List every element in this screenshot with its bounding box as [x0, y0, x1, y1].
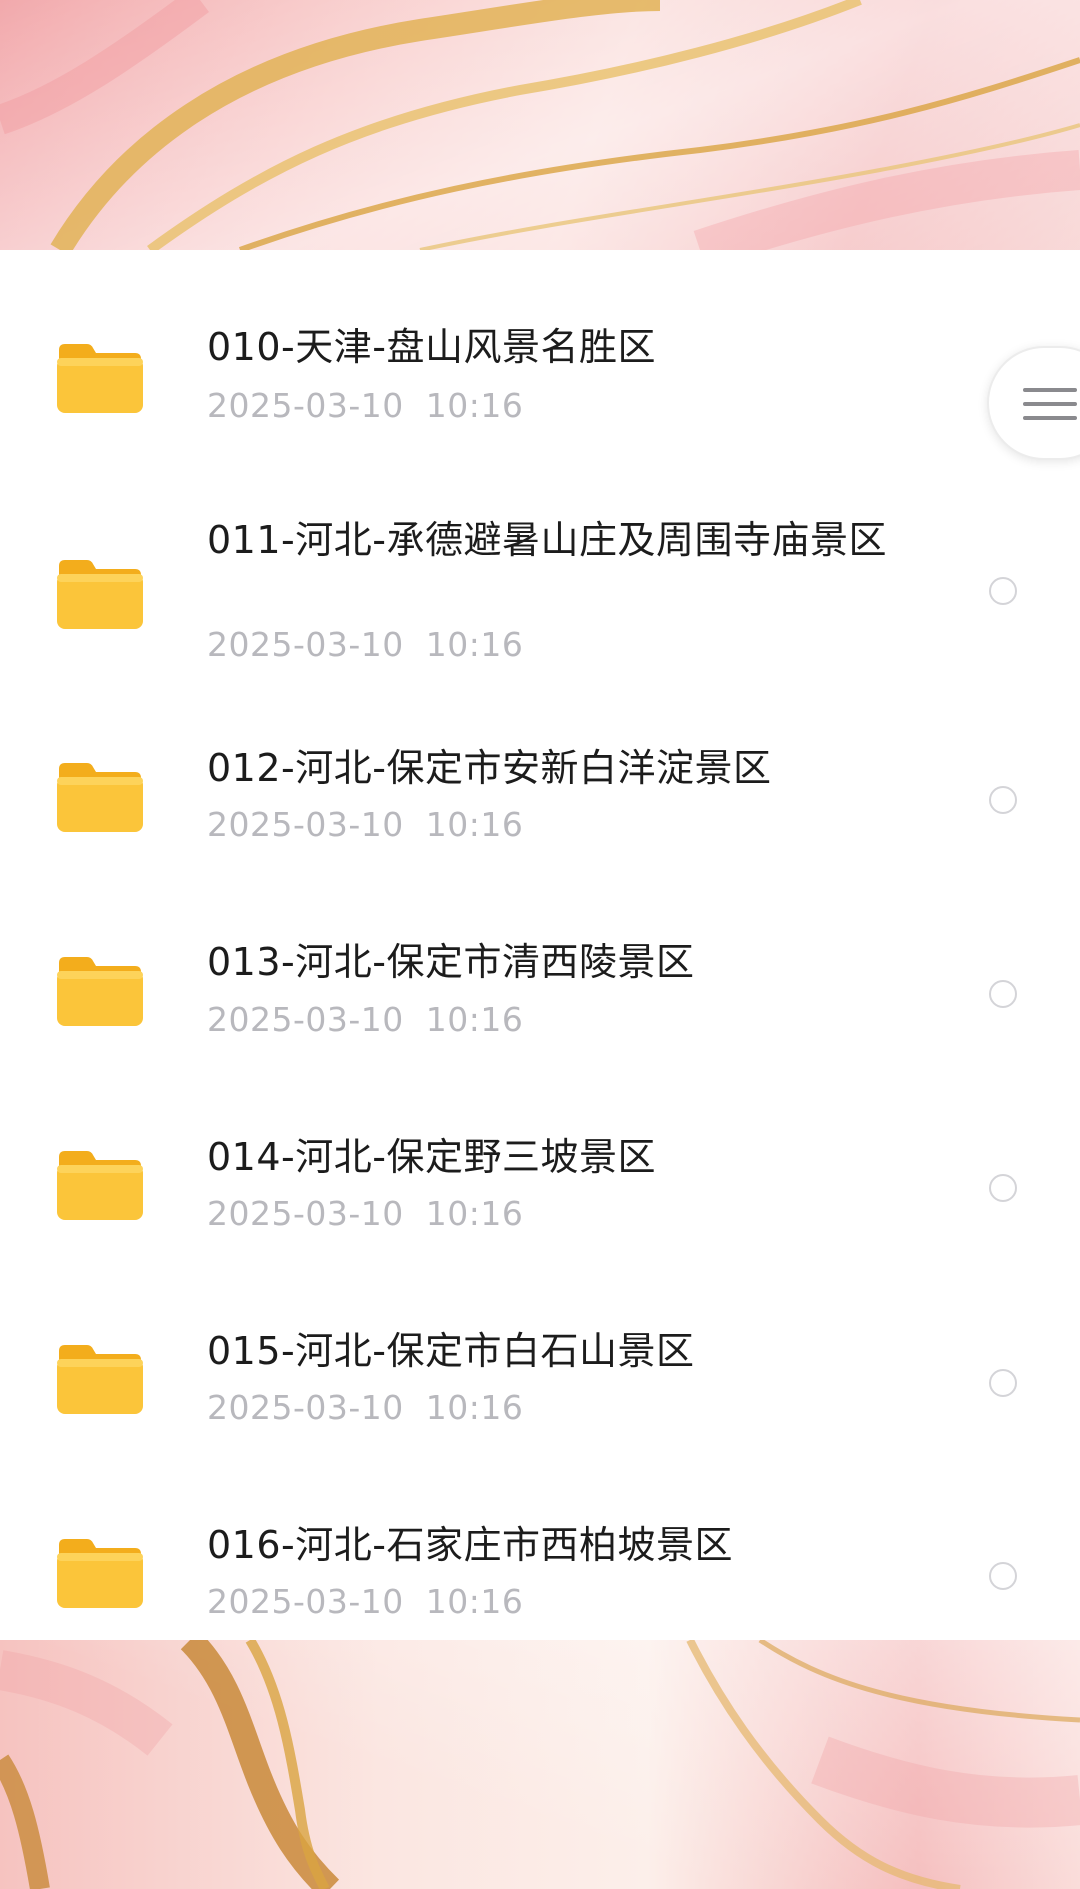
folder-icon — [55, 1147, 143, 1221]
list-item[interactable]: 010-天津-盘山风景名胜区 2025-03-10 10:16 — [0, 250, 1080, 490]
folder-date: 2025-03-10 10:16 — [207, 1582, 524, 1621]
folder-title: 014-河北-保定野三坡景区 — [207, 1135, 656, 1179]
select-radio[interactable] — [989, 980, 1017, 1008]
select-radio[interactable] — [989, 1174, 1017, 1202]
folder-icon — [55, 759, 143, 833]
folder-title: 011-河北-承德避暑山庄及周围寺庙景区 — [207, 518, 887, 562]
select-radio[interactable] — [989, 577, 1017, 605]
select-radio[interactable] — [989, 1369, 1017, 1397]
menu-icon — [1023, 388, 1077, 430]
folder-date: 2025-03-10 10:16 — [207, 1194, 524, 1233]
decorative-marble-top — [0, 0, 1080, 250]
select-radio[interactable] — [989, 786, 1017, 814]
list-item[interactable]: 013-河北-保定市清西陵景区 2025-03-10 10:16 — [0, 885, 1080, 1079]
folder-title: 013-河北-保定市清西陵景区 — [207, 940, 695, 984]
decorative-marble-bottom — [0, 1640, 1080, 1889]
folder-icon — [55, 953, 143, 1027]
folder-title: 012-河北-保定市安新白洋淀景区 — [207, 746, 772, 790]
folder-icon — [55, 1341, 143, 1415]
list-item[interactable]: 012-河北-保定市安新白洋淀景区 2025-03-10 10:16 — [0, 690, 1080, 885]
folder-date: 2025-03-10 10:16 — [207, 625, 524, 664]
folder-icon — [55, 1535, 143, 1609]
list-item[interactable]: 016-河北-石家庄市西柏坡景区 2025-03-10 10:16 — [0, 1467, 1080, 1640]
select-radio[interactable] — [989, 1562, 1017, 1590]
folder-date: 2025-03-10 10:16 — [207, 1388, 524, 1427]
file-list: 010-天津-盘山风景名胜区 2025-03-10 10:16 011-河北-承… — [0, 250, 1080, 1640]
folder-title: 016-河北-石家庄市西柏坡景区 — [207, 1523, 733, 1567]
list-item[interactable]: 011-河北-承德避暑山庄及周围寺庙景区 2025-03-10 10:16 — [0, 490, 1080, 690]
list-item[interactable]: 014-河北-保定野三坡景区 2025-03-10 10:16 — [0, 1079, 1080, 1273]
folder-title: 010-天津-盘山风景名胜区 — [207, 325, 656, 369]
folder-date: 2025-03-10 10:16 — [207, 805, 524, 844]
list-item[interactable]: 015-河北-保定市白石山景区 2025-03-10 10:16 — [0, 1273, 1080, 1467]
folder-icon — [55, 340, 143, 414]
folder-date: 2025-03-10 10:16 — [207, 1000, 524, 1039]
folder-title: 015-河北-保定市白石山景区 — [207, 1329, 695, 1373]
folder-icon — [55, 556, 143, 630]
folder-date: 2025-03-10 10:16 — [207, 386, 524, 425]
